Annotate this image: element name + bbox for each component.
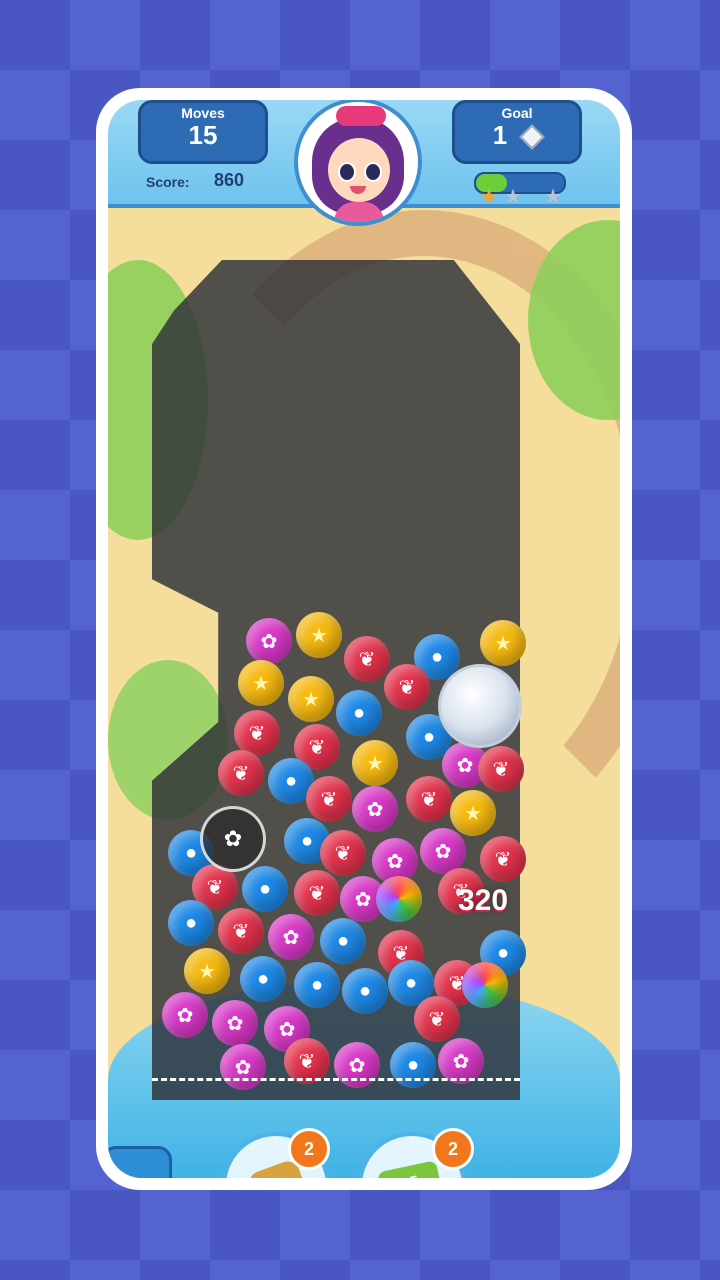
pink-flower-bubble: ✿	[334, 1042, 380, 1088]
score-label: Score:	[146, 174, 190, 190]
plus-five-icon: +5	[376, 1160, 444, 1178]
rainbow-bubble	[462, 962, 508, 1008]
yellow-star-bubble: ★	[184, 948, 230, 994]
pink-flower-bubble: ✿	[268, 914, 314, 960]
avatar-bow	[336, 106, 386, 126]
avatar-collar	[334, 202, 384, 222]
avatar	[294, 100, 422, 226]
red-leaf-bubble: ❦	[218, 750, 264, 796]
pink-flower-bubble: ✿	[220, 1044, 266, 1090]
red-leaf-bubble: ❦	[218, 908, 264, 954]
yellow-star-bubble: ★	[296, 612, 342, 658]
pink-flower-bubble: ✿	[352, 786, 398, 832]
rainbow-bubble	[376, 876, 422, 922]
red-leaf-bubble: ❦	[478, 746, 524, 792]
star-icon: ★	[504, 186, 522, 208]
moves-panel: Moves 15	[138, 100, 268, 164]
score-value: 860	[214, 170, 245, 190]
pink-flower-bubble: ✿	[162, 992, 208, 1038]
star-icon: ★	[544, 186, 562, 208]
star-icon: ★	[480, 186, 498, 208]
blue-drop-bubble: ●	[242, 866, 288, 912]
shooter-bubble[interactable]: ✿	[200, 806, 266, 872]
blue-drop-bubble: ●	[320, 918, 366, 964]
blue-drop-bubble: ●	[294, 962, 340, 1008]
goal-panel: Goal 1	[452, 100, 582, 164]
diamond-icon	[519, 124, 545, 150]
blue-drop-bubble: ●	[240, 956, 286, 1002]
red-leaf-bubble: ❦	[414, 996, 460, 1042]
game-screen: ✿ ★ ❦ ● ★ ★ ★ ● ❦ ❦ ❦ ★ ● ✿ ❦ ❦ ● ❦ ✿ ❦ ★ ● ● ❦ ✿ ✿ ❦ ❦ ● ❦ ✿ ❦ ● ❦ ✿ ● ❦ ● ★ ●…	[108, 100, 620, 1178]
top-hud: Moves 15 Score: 860 Goal 1 ★ ★ ★	[108, 100, 620, 226]
blue-drop-bubble: ●	[342, 968, 388, 1014]
avatar-eye	[364, 162, 382, 182]
red-leaf-bubble: ❦	[344, 636, 390, 682]
pink-flower-bubble: ✿	[246, 618, 292, 664]
goal-value: 1	[492, 120, 508, 150]
goal-row: 1	[455, 120, 579, 150]
blue-drop-bubble: ●	[390, 1042, 436, 1088]
red-leaf-bubble: ❦	[320, 830, 366, 876]
red-leaf-bubble: ❦	[480, 836, 526, 882]
yellow-star-bubble: ★	[480, 620, 526, 666]
blue-drop-bubble: ●	[336, 690, 382, 736]
yellow-star-bubble: ★	[450, 790, 496, 836]
blue-drop-bubble: ●	[168, 900, 214, 946]
phone-frame: ✿ ★ ❦ ● ★ ★ ★ ● ❦ ❦ ❦ ★ ● ✿ ❦ ❦ ● ❦ ✿ ❦ ★ ● ● ❦ ✿ ✿ ❦ ❦ ● ❦ ✿ ❦ ● ❦ ✿ ● ❦ ● ★ ●…	[96, 88, 632, 1190]
moves-label: Moves	[181, 105, 225, 121]
avatar-eye	[338, 162, 356, 182]
pause-button[interactable]	[108, 1146, 172, 1178]
booster-count-badge: 2	[432, 1128, 474, 1170]
booster-count-badge: 2	[288, 1128, 330, 1170]
yellow-star-bubble: ★	[238, 660, 284, 706]
danger-line	[152, 1078, 520, 1081]
moves-value: 15	[188, 120, 218, 150]
red-leaf-bubble: ❦	[306, 776, 352, 822]
score-popup: 320	[458, 884, 509, 917]
yellow-star-bubble: ★	[288, 676, 334, 722]
diamond-goal-bubble	[438, 664, 522, 748]
pink-flower-bubble: ✿	[212, 1000, 258, 1046]
red-leaf-bubble: ❦	[294, 870, 340, 916]
red-leaf-bubble: ❦	[384, 664, 430, 710]
red-leaf-bubble: ❦	[406, 776, 452, 822]
yellow-star-bubble: ★	[352, 740, 398, 786]
goal-label: Goal	[501, 105, 533, 121]
